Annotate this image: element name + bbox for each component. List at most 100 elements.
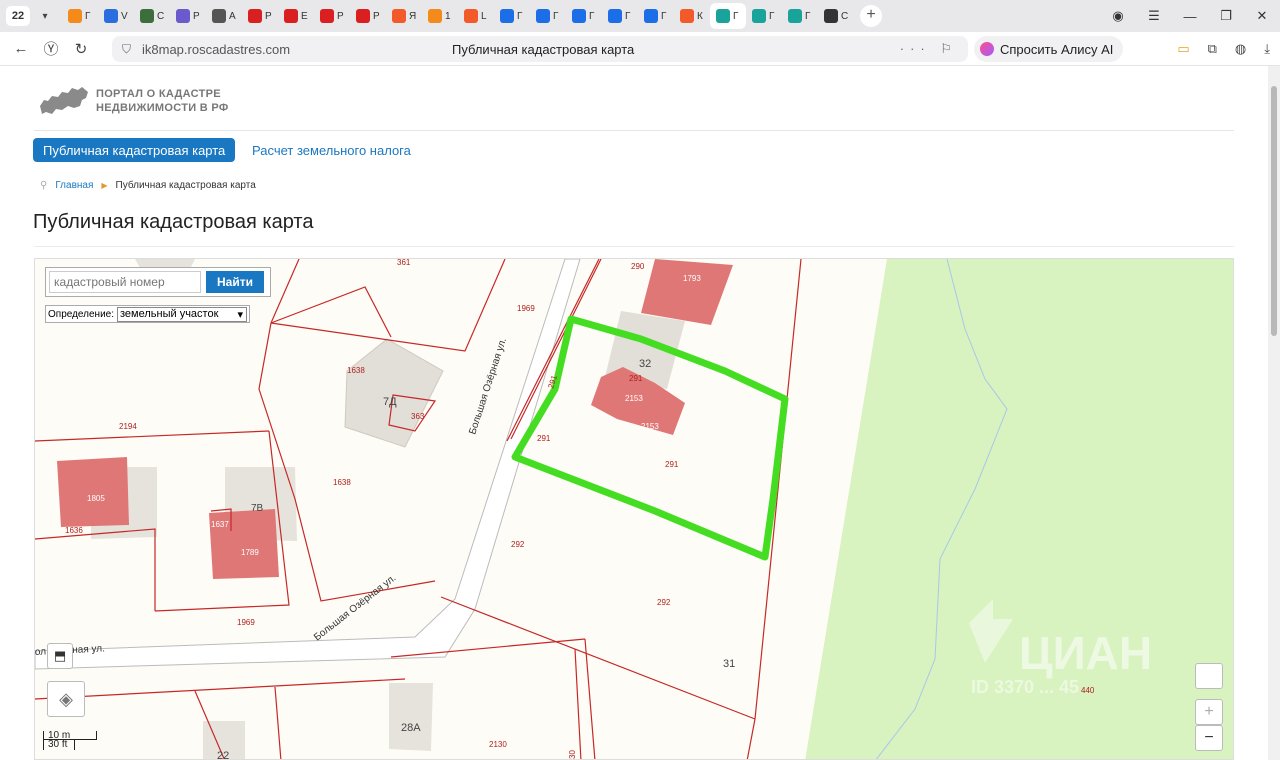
definition-row: Определение: земельный участок ▾ [45, 305, 251, 323]
window-controls: ◉ ☰ — ❐ ✕ [1100, 0, 1280, 32]
nav-public-map-button[interactable]: Публичная кадастровая карта [33, 138, 236, 162]
tab-label: Е [301, 10, 308, 22]
profile-icon[interactable]: ◉ [1100, 8, 1136, 24]
browser-tab[interactable]: Я [386, 3, 422, 29]
browser-tab[interactable]: С [818, 3, 854, 29]
street-label: Большая Озёрная ул. [312, 573, 398, 644]
fullscreen-button[interactable]: ⬒ [47, 643, 73, 669]
favicon-icon [356, 9, 370, 23]
browser-tab[interactable]: 1 [422, 3, 458, 29]
parcel-label: 1638 [333, 478, 351, 487]
favicon-icon [608, 9, 622, 23]
favicon-icon [716, 9, 730, 23]
download-icon[interactable]: ⤓ [1264, 41, 1270, 57]
page-scrollbar[interactable] [1268, 66, 1280, 760]
browser-tab[interactable]: А [206, 3, 242, 29]
browser-tab[interactable]: Р [170, 3, 206, 29]
yandex-icon[interactable]: Ⓨ [36, 38, 66, 59]
scrollbar-thumb[interactable] [1271, 86, 1277, 336]
favicon-icon [572, 9, 586, 23]
layers-button[interactable]: ◈ [47, 681, 85, 717]
browser-tab[interactable]: Г [710, 3, 746, 29]
browser-tab[interactable]: Г [602, 3, 638, 29]
tab-list-chevron-icon[interactable]: ▾ [34, 11, 56, 22]
breadcrumb: ⚲ Главная ▶ Публичная кадастровая карта [40, 180, 256, 191]
tab-label: Р [373, 10, 380, 22]
close-icon[interactable]: ✕ [1244, 8, 1280, 24]
building-grey [389, 683, 433, 751]
tab-label: Р [193, 10, 200, 22]
site-logo[interactable]: ПОРТАЛ О КАДАСТРЕ НЕДВИЖИМОСТИ В РФ [38, 84, 229, 118]
parcel-label: 1638 [347, 366, 365, 375]
shield-icon[interactable]: ◍ [1235, 41, 1246, 57]
browser-tab[interactable]: С [134, 3, 170, 29]
browser-tab[interactable]: Г [566, 3, 602, 29]
parcel-label: 1789 [241, 548, 259, 557]
tab-label: Г [85, 10, 91, 22]
browser-tab[interactable]: Р [350, 3, 386, 29]
minimize-icon[interactable]: — [1172, 9, 1208, 24]
nav-land-tax-link[interactable]: Расчет земельного налога [252, 143, 411, 158]
building-red [57, 457, 129, 527]
tab-label: Я [409, 10, 417, 22]
browser-tab[interactable]: Г [494, 3, 530, 29]
find-button[interactable]: Найти [206, 271, 264, 293]
cadastral-map[interactable]: Большая Озёрная ул. Большая Озёрная ул. … [34, 258, 1234, 760]
cadastral-search: Найти [45, 267, 271, 297]
browser-tab[interactable]: Г [746, 3, 782, 29]
extensions: ▭ ⧉ ◍ ⤓ [1177, 32, 1270, 66]
browser-tab[interactable]: Г [782, 3, 818, 29]
browser-tab[interactable]: L [458, 3, 494, 29]
browser-toolbar: ← Ⓨ ↻ ⛉ ik8map.roscadastres.com Публична… [0, 32, 1280, 66]
page-content: ПОРТАЛ О КАДАСТРЕ НЕДВИЖИМОСТИ В РФ Публ… [0, 66, 1268, 760]
browser-tab[interactable]: V [98, 3, 134, 29]
new-tab-button[interactable]: + [860, 5, 882, 27]
parcel-label: 2130 [489, 740, 507, 749]
russia-map-icon [40, 87, 88, 114]
parcel-label: 2153 [641, 422, 659, 431]
map-canvas[interactable]: Большая Озёрная ул. Большая Озёрная ул. … [35, 259, 1234, 760]
browser-tab[interactable]: Г [530, 3, 566, 29]
tab-label: Г [553, 10, 559, 22]
favicon-icon [176, 9, 190, 23]
battery-icon[interactable]: ▭ [1177, 41, 1189, 57]
cadastral-number-input[interactable] [49, 271, 201, 293]
back-icon[interactable]: ← [6, 40, 36, 57]
parcel-label: 291 [665, 460, 679, 469]
map-tool-button[interactable] [1195, 663, 1223, 689]
parcel-label: 292 [511, 540, 525, 549]
favicon-icon [680, 9, 694, 23]
address-bar[interactable]: ⛉ ik8map.roscadastres.com Публичная када… [112, 36, 968, 62]
definition-value: земельный участок [120, 308, 219, 320]
building-red [641, 259, 733, 325]
reload-icon[interactable]: ↻ [66, 40, 96, 58]
browser-tab[interactable]: Е [278, 3, 314, 29]
breadcrumb-home-link[interactable]: Главная [55, 180, 93, 191]
site-info-icon[interactable]: ⛉ [122, 42, 131, 57]
favicon-icon [104, 9, 118, 23]
tab-counter[interactable]: 22 [6, 6, 30, 26]
location-pin-icon: ⚲ [40, 180, 48, 191]
favicon-icon [500, 9, 514, 23]
tab-label: Г [733, 10, 739, 22]
url-page-title: Публичная кадастровая карта [452, 41, 635, 57]
favicon-icon [212, 9, 226, 23]
menu-icon[interactable]: ☰ [1136, 8, 1172, 24]
zoom-out-button[interactable]: − [1195, 725, 1223, 751]
extension-icon[interactable]: ⧉ [1208, 41, 1217, 57]
layers-icon: ◈ [59, 688, 73, 709]
street-label: Большая Озёрная ул. [467, 337, 509, 436]
zoom-in-button[interactable]: + [1195, 699, 1223, 725]
definition-select[interactable]: земельный участок ▾ [117, 306, 248, 322]
address-actions-icon[interactable]: ··· ⚐ [900, 41, 958, 57]
restore-icon[interactable]: ❐ [1208, 8, 1244, 24]
tab-label: Г [661, 10, 667, 22]
browser-tab[interactable]: К [674, 3, 710, 29]
browser-tab[interactable]: Г [62, 3, 98, 29]
browser-tab[interactable]: Р [314, 3, 350, 29]
browser-tab[interactable]: Р [242, 3, 278, 29]
ask-alice-button[interactable]: Спросить Алису AI [974, 36, 1124, 62]
tab-list: Г V С Р А Р Е Р Р Я 1 L Г Г Г Г Г К Г Г Г С [62, 0, 854, 32]
breadcrumb-current: Публичная кадастровая карта [115, 180, 256, 191]
browser-tab[interactable]: Г [638, 3, 674, 29]
